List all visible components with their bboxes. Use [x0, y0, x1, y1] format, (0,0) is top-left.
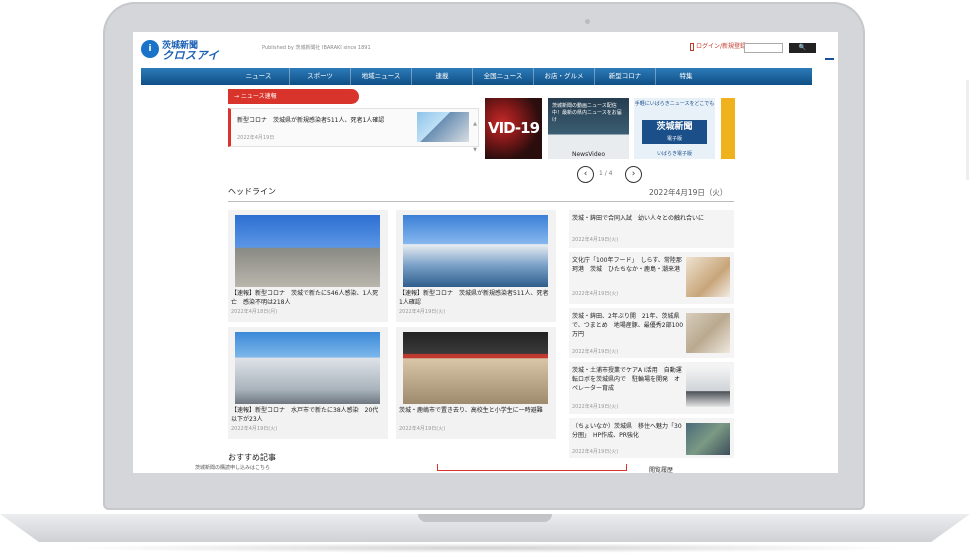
headline-date: 2022年4月19日（火） — [649, 188, 728, 197]
article-title[interactable]: 【速報】新型コロナ 茨城で新たに546人感染、1人死亡 感染不明は218人 — [231, 289, 383, 307]
side-article[interactable]: 茨城・鉾田で合同入試 幼い人々との触れ合いに 2022年4月19日(火) — [569, 210, 734, 248]
article-card[interactable]: 【速報】新型コロナ 茨城県が新規感染者511人、死者1人確認 2022年4月19… — [396, 210, 556, 322]
article-card[interactable]: 【速報】新型コロナ 茨城で新たに546人感染、1人死亡 感染不明は218人 20… — [228, 210, 388, 322]
nav-item-sports[interactable]: スポーツ — [289, 68, 350, 85]
article-image[interactable] — [403, 332, 548, 404]
article-title[interactable]: 茨城・鹿嶋市で置き去り、高校生と小学生に一時避難 — [399, 406, 551, 415]
nav-item-local[interactable]: 地域ニュース — [350, 68, 411, 85]
article-card[interactable]: 茨城・鹿嶋市で置き去り、高校生と小学生に一時避難 2022年4月19日(火) — [396, 327, 556, 439]
side-article-thumbnail[interactable] — [686, 257, 730, 297]
headline-heading: ヘッドライン — [228, 187, 276, 196]
nav-item-gourmet[interactable]: お店・グルメ — [533, 68, 594, 85]
banner-news-video[interactable]: 茨城新聞の動画ニュース配信中！最新の県内ニュースをお届け NewsVideo — [548, 98, 629, 159]
banner-epaper-bottom: いばらき電子版 — [656, 151, 692, 157]
side-article[interactable]: 茨城・鉾田、2年ぶり開 21年、茨城県で、つまとめ 地場産豚、最優秀2部100万… — [569, 308, 734, 358]
carousel-prev-button[interactable]: ‹ — [577, 166, 594, 183]
article-image[interactable] — [235, 215, 380, 287]
banner-covid[interactable]: VID-19 — [485, 98, 542, 159]
laptop-screen: i 茨城新聞 クロスアイ Published by 茨城新聞社 IBARAKI … — [133, 32, 838, 473]
side-article-title[interactable]: 茨城・鉾田で合同入試 幼い人々との触れ合いに — [572, 214, 722, 223]
side-article-title[interactable]: 文化庁「100年フード」 しらす、常陸那珂港 茨城 ひたちなか・鹿島・潮来港 — [572, 256, 684, 274]
side-article-thumbnail[interactable] — [686, 313, 730, 353]
news-flash-tab[interactable]: → ニュース速報 — [228, 89, 359, 104]
side-article[interactable]: （ちょいなか）茨城県 移住へ魅力「30 分圏」 HP作成、PR強化 2022年4… — [569, 418, 734, 458]
side-article-title[interactable]: 茨城・土浦市授業でケアA I活用 自動運転ロボを茨城県内で 駐輪場を開発 オペレ… — [572, 366, 684, 393]
side-article-title[interactable]: 茨城・鉾田、2年ぶり開 21年、茨城県で、つまとめ 地場産豚、最優秀2部100万… — [572, 312, 684, 339]
article-date: 2022年4月19日(火) — [231, 426, 278, 432]
recommend-link[interactable]: 茨城新聞の購読申し込みはこちら — [195, 464, 270, 471]
banner-epaper[interactable]: 手軽にいばらきニュースをどこでも 茨城新聞 電子版 いばらき電子版 — [634, 98, 715, 159]
nav-item-news[interactable]: ニュース — [228, 68, 289, 85]
nav-item-feature[interactable]: 特集 — [655, 68, 716, 85]
side-article-date: 2022年4月19日(火) — [572, 237, 619, 243]
article-date: 2022年4月19日(火) — [399, 309, 446, 315]
site-logo[interactable]: i 茨城新聞 クロスアイ — [141, 38, 233, 62]
headline-divider — [228, 201, 734, 202]
news-flash-title[interactable]: 新型コロナ 茨城県が新規感染者511人、死者1人確認 — [237, 115, 412, 124]
user-icon — [690, 42, 694, 51]
login-link[interactable]: ログイン/新規登録 — [690, 41, 746, 51]
article-date: 2022年4月18日(月) — [231, 309, 278, 315]
article-date: 2022年4月19日(火) — [399, 426, 446, 432]
article-title[interactable]: 【速報】新型コロナ 茨城県が新規感染者511人、死者1人確認 — [399, 289, 551, 307]
banner-epaper-sub: 電子版 — [666, 136, 682, 142]
side-article-date: 2022年4月19日(火) — [572, 449, 619, 455]
article-image[interactable] — [235, 332, 380, 404]
recommend-heading: おすすめ記事 — [228, 453, 276, 462]
banner-video-text: 茨城新聞の動画ニュース配信中！最新の県内ニュースをお届け — [552, 103, 622, 123]
search-input[interactable] — [744, 43, 783, 53]
carousel-counter: 1 / 4 — [599, 170, 613, 177]
logo-icon: i — [141, 40, 159, 58]
side-article-date: 2022年4月19日(火) — [572, 404, 619, 410]
article-title[interactable]: 【速報】新型コロナ 水戸市で新たに38人感染 20代以下が23人 — [231, 406, 383, 424]
recommend-box — [437, 464, 627, 471]
logo-bottom-text: クロスアイ — [162, 49, 219, 62]
side-article[interactable]: 茨城・土浦市授業でケアA I活用 自動運転ロボを茨城県内で 駐輪場を開発 オペレ… — [569, 362, 734, 414]
side-article-date: 2022年4月19日(火) — [572, 349, 619, 355]
side-article[interactable]: 文化庁「100年フード」 しらす、常陸那珂港 茨城 ひたちなか・鹿島・潮来港 2… — [569, 252, 734, 304]
nav-item-covid[interactable]: 新型コロナ — [594, 68, 655, 85]
banner-video-logo: NewsVideo — [571, 151, 606, 158]
main-nav: ニュース スポーツ 地域ニュース 連載 全国ニュース お店・グルメ 新型コロナ … — [141, 68, 812, 85]
divider — [825, 58, 834, 60]
banner-epaper-top: 手軽にいばらきニュースをどこでも — [634, 101, 715, 107]
side-article-thumbnail[interactable] — [686, 367, 730, 407]
webcam — [585, 19, 590, 24]
news-flash-thumbnail[interactable] — [417, 112, 469, 142]
laptop-shadow — [60, 543, 910, 553]
news-flash-box[interactable]: 新型コロナ 茨城県が新規感染者511人、死者1人確認 2022年4月19日 ▲ ▼ — [228, 108, 479, 153]
nav-item-national[interactable]: 全国ニュース — [472, 68, 533, 85]
laptop-mockup: i 茨城新聞 クロスアイ Published by 茨城新聞社 IBARAKI … — [0, 0, 970, 560]
edge-mark — [966, 80, 969, 180]
article-card[interactable]: 【速報】新型コロナ 水戸市で新たに38人感染 20代以下が23人 2022年4月… — [228, 327, 388, 439]
login-label: ログイン/新規登録 — [696, 43, 747, 50]
side-article-date: 2022年4月19日(火) — [572, 291, 619, 297]
banner-partial[interactable] — [721, 98, 735, 159]
carousel-next-button[interactable]: › — [625, 166, 642, 183]
publisher-text: Published by 茨城新聞社 IBARAKI since 1891 — [262, 45, 371, 51]
side-article-title[interactable]: （ちょいなか）茨城県 移住へ魅力「30 分圏」 HP作成、PR強化 — [572, 422, 684, 440]
search-button[interactable]: 🔍 — [789, 43, 816, 53]
history-link[interactable]: 閲覧履歴 — [649, 465, 673, 473]
laptop-notch — [418, 514, 552, 522]
article-image[interactable] — [403, 215, 548, 287]
news-flash-time: 2022年4月19日 — [237, 135, 275, 141]
side-article-thumbnail[interactable] — [686, 423, 730, 455]
scroll-arrows-icon[interactable]: ▲ ▼ — [473, 111, 477, 163]
nav-item-series[interactable]: 連載 — [411, 68, 472, 85]
